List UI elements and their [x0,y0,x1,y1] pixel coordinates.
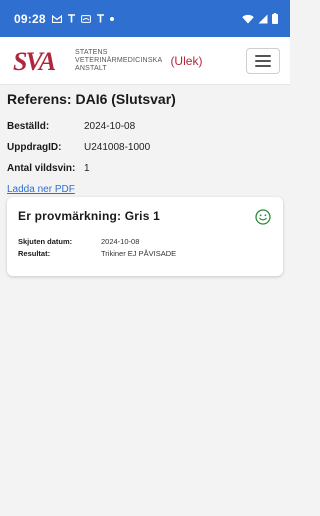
logo-line-1: STATENS [75,48,108,56]
order-info-list: Beställd: 2024-10-08 UppdragID: U241008-… [7,116,283,179]
card-label: Skjuten datum: [18,236,73,246]
info-row-antal-vildsvin: Antal vildsvin: 1 [7,158,283,179]
hamburger-line [255,64,271,67]
cast-icon [80,14,91,23]
card-details: Skjuten datum: 2024-10-08 Resultat: Trik… [18,235,271,259]
antenna-icon [96,14,104,23]
logo-line-3: ANSTALT [75,64,107,72]
gmail-icon [51,14,62,23]
card-row-skjuten-datum: Skjuten datum: 2024-10-08 [18,235,271,247]
app-tag: (Ulek) [170,53,203,68]
card-title: Er provmärkning: Gris 1 [18,209,160,223]
info-row-uppdragid: UppdragID: U241008-1000 [7,137,283,158]
app-header: SVA STATENS VETERINÄRMEDICINSKA ANSTALT … [0,37,290,85]
card-value: Trikiner EJ PÅVISADE [101,248,177,258]
info-value: 2024-10-08 [84,121,136,132]
status-bar-right [242,13,278,24]
hamburger-line [255,59,271,62]
smiley-icon [255,209,271,225]
more-notifications-dot [109,16,114,21]
status-bar: 09:28 [0,0,290,37]
logo-line-2: VETERINÄRMEDICINSKA [75,56,163,64]
battery-icon [272,13,278,24]
notification-icons [51,14,114,23]
info-value: 1 [84,163,90,174]
status-bar-left: 09:28 [14,12,114,26]
sample-card[interactable]: Er provmärkning: Gris 1 Skjuten datum: 2… [7,197,283,276]
wifi-icon [242,14,254,23]
info-label: Antal vildsvin: [7,163,76,174]
hamburger-menu-button[interactable] [246,47,280,74]
info-label: Beställd: [7,121,50,132]
info-value: U241008-1000 [84,142,151,153]
info-label: UppdragID: [7,142,62,153]
antenna-icon [67,14,75,23]
logo-mark-text: SVA [13,48,56,74]
card-value: 2024-10-08 [101,236,140,246]
download-pdf-link[interactable]: Ladda ner PDF [7,184,75,195]
logo-wordmark: STATENS VETERINÄRMEDICINSKA ANSTALT [75,49,162,73]
info-row-bestalld: Beställd: 2024-10-08 [7,116,283,137]
signal-icon [258,14,268,23]
status-time: 09:28 [14,11,46,26]
page-title: Referens: DAI6 (Slutsvar) [7,91,176,107]
main-content: Referens: DAI6 (Slutsvar) Beställd: 2024… [7,85,283,197]
hamburger-line [255,54,271,57]
sva-logo[interactable]: SVA STATENS VETERINÄRMEDICINSKA ANSTALT [12,48,162,74]
card-row-resultat: Resultat: Trikiner EJ PÅVISADE [18,247,271,259]
sva-logo-mark: SVA [13,48,58,74]
card-label: Resultat: [18,248,51,258]
